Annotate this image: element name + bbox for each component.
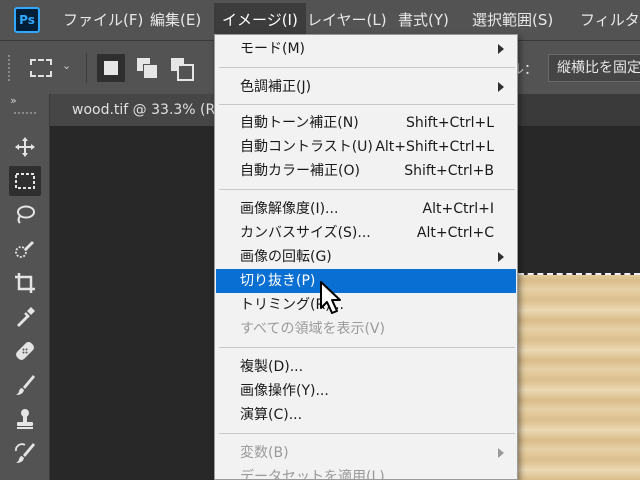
- menu-item-label: 画像の回転(G): [240, 249, 332, 265]
- menu-filter[interactable]: フィルター: [580, 0, 640, 40]
- menu-item-shortcut: Alt+Ctrl+C: [416, 225, 494, 241]
- menu-item-apply-data-set[interactable]: データセットを適用(L)...: [216, 465, 516, 480]
- menu-item-label: 自動カラー補正(O): [240, 163, 360, 179]
- menu-item-shortcut: Shift+Ctrl+B: [404, 163, 494, 179]
- submenu-arrow-icon: [498, 82, 504, 92]
- lasso-tool-icon[interactable]: [9, 200, 41, 230]
- menu-item-label: 演算(C)...: [240, 407, 303, 423]
- menu-item-label: 色調補正(J): [240, 79, 312, 95]
- menu-separator: [219, 433, 515, 434]
- add-to-selection-button[interactable]: [133, 54, 161, 82]
- selection-marquee: [518, 273, 640, 275]
- submenu-arrow-icon: [498, 44, 504, 54]
- mouse-pointer-icon: [320, 281, 341, 314]
- eyedropper-tool-icon[interactable]: [9, 302, 41, 332]
- menu-item-image-rotation[interactable]: 画像の回転(G): [216, 245, 516, 269]
- crop-tool-icon[interactable]: [9, 268, 41, 298]
- menu-image[interactable]: イメージ(I): [214, 3, 306, 37]
- menu-item-image-size[interactable]: 画像解像度(I)... Alt+Ctrl+I: [216, 197, 516, 221]
- menu-item-auto-color[interactable]: 自動カラー補正(O) Shift+Ctrl+B: [216, 159, 516, 183]
- submenu-arrow-icon: [498, 252, 504, 262]
- menu-item-duplicate[interactable]: 複製(D)...: [216, 355, 516, 379]
- menu-separator: [219, 189, 515, 190]
- menu-separator: [219, 347, 515, 348]
- menu-separator: [219, 67, 515, 68]
- menu-item-shortcut: Alt+Ctrl+I: [422, 201, 494, 217]
- image-menu-dropdown: モード(M) 色調補正(J) 自動トーン補正(N) Shift+Ctrl+L 自…: [214, 34, 518, 480]
- menu-item-label: 画像操作(Y)...: [240, 383, 329, 399]
- menu-item-label: 変数(B): [240, 445, 289, 461]
- menu-item-label: 画像解像度(I)...: [240, 201, 339, 217]
- brush-tool-icon[interactable]: [9, 370, 41, 400]
- options-bar-grip[interactable]: [8, 55, 12, 81]
- menu-item-label: 自動トーン補正(N): [240, 115, 359, 131]
- menu-item-variables[interactable]: 変数(B): [216, 441, 516, 465]
- quick-selection-tool-icon[interactable]: [9, 234, 41, 264]
- menu-item-crop[interactable]: 切り抜き(P): [216, 269, 516, 293]
- move-tool-icon[interactable]: [9, 132, 41, 162]
- panel-grip[interactable]: [14, 112, 36, 115]
- history-brush-tool-icon[interactable]: [9, 438, 41, 468]
- menu-item-label: すべての領域を表示(V): [240, 321, 385, 337]
- canvas-background: [518, 250, 640, 275]
- menu-item-mode[interactable]: モード(M): [216, 37, 516, 61]
- menu-item-label: 複製(D)...: [240, 359, 304, 375]
- wood-image: [518, 250, 640, 480]
- menu-item-auto-tone[interactable]: 自動トーン補正(N) Shift+Ctrl+L: [216, 111, 516, 135]
- rectangular-marquee-tool-icon[interactable]: [9, 166, 41, 196]
- menu-item-adjustments[interactable]: 色調補正(J): [216, 75, 516, 99]
- subtract-from-selection-button[interactable]: [167, 54, 195, 82]
- menu-item-canvas-size[interactable]: カンバスサイズ(S)... Alt+Ctrl+C: [216, 221, 516, 245]
- collapse-panel-icon[interactable]: »: [10, 94, 17, 107]
- menu-item-shortcut: Shift+Ctrl+L: [406, 115, 494, 131]
- photoshop-logo-icon: Ps: [14, 7, 40, 33]
- menu-item-shortcut: Alt+Shift+Ctrl+L: [375, 139, 494, 155]
- menu-item-auto-contrast[interactable]: 自動コントラスト(U) Alt+Shift+Ctrl+L: [216, 135, 516, 159]
- new-selection-button[interactable]: [97, 54, 125, 82]
- chevron-down-icon[interactable]: ⌄: [62, 59, 71, 72]
- tools-panel: »: [0, 94, 50, 480]
- menu-item-calculations[interactable]: 演算(C)...: [216, 403, 516, 427]
- menu-item-label: データセットを適用(L)...: [240, 469, 399, 480]
- healing-brush-tool-icon[interactable]: [9, 336, 41, 366]
- clone-stamp-tool-icon[interactable]: [9, 404, 41, 434]
- menu-item-trim[interactable]: トリミング(R)...: [216, 293, 516, 317]
- menu-file[interactable]: ファイル(F): [63, 0, 143, 40]
- style-select[interactable]: 縦横比を固定: [548, 54, 640, 82]
- document-tab[interactable]: wood.tif @ 33.3% (R: [50, 94, 220, 126]
- menu-item-label: 自動コントラスト(U): [240, 139, 373, 155]
- menu-item-reveal-all[interactable]: すべての領域を表示(V): [216, 317, 516, 341]
- menu-item-label: カンバスサイズ(S)...: [240, 225, 371, 241]
- menu-edit[interactable]: 編集(E): [150, 0, 201, 40]
- menu-item-label: モード(M): [240, 41, 306, 57]
- menu-separator: [219, 104, 515, 105]
- menu-item-label: 切り抜き(P): [240, 273, 316, 289]
- divider: [86, 53, 87, 83]
- tool-preset-marquee-icon[interactable]: [30, 59, 52, 77]
- submenu-arrow-icon: [498, 448, 504, 458]
- menu-item-apply-image[interactable]: 画像操作(Y)...: [216, 379, 516, 403]
